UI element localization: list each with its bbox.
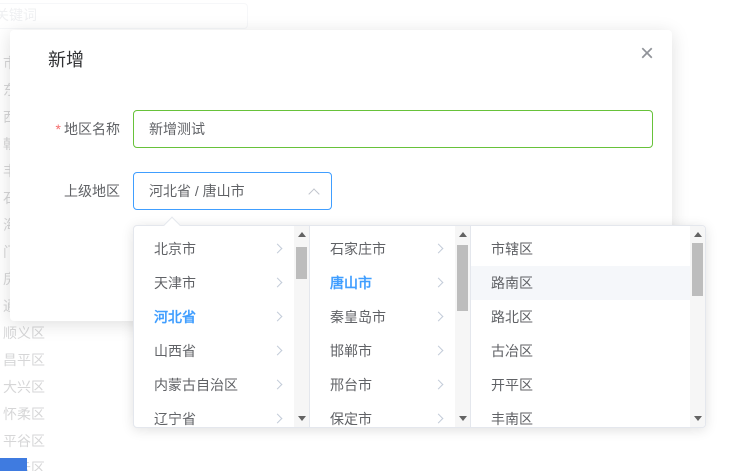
cascader-option-label: 丰南区 <box>491 411 533 427</box>
cascader-option-label: 邯郸市 <box>330 343 372 359</box>
cascader-dropdown: 北京市天津市河北省山西省内蒙古自治区辽宁省石家庄市唐山市秦皇岛市邯郸市邢台市保定… <box>133 225 706 428</box>
cascader-option-label: 邢台市 <box>330 377 372 393</box>
scrollbar-up-arrow-icon[interactable] <box>690 226 705 243</box>
cascader-option-label: 路南区 <box>491 275 533 291</box>
scrollbar-down-arrow-icon[interactable] <box>294 410 309 427</box>
scrollbar-thumb[interactable] <box>457 245 468 311</box>
background-blue-element <box>0 458 27 471</box>
cascader-option[interactable]: 邢台市 <box>310 368 455 402</box>
cascader-option-label: 辽宁省 <box>154 411 196 427</box>
region-name-input[interactable]: 新增测试 <box>133 110 653 148</box>
cascader-option[interactable]: 石家庄市 <box>310 232 455 266</box>
chevron-right-icon <box>273 244 283 254</box>
chevron-right-icon <box>273 346 283 356</box>
cascader-option[interactable]: 唐山市 <box>310 266 455 300</box>
close-icon[interactable]: × <box>640 42 654 66</box>
cascader-option[interactable]: 辽宁省 <box>134 402 294 427</box>
scrollbar-down-arrow-icon[interactable] <box>455 410 470 427</box>
dialog-title: 新增 <box>48 46 84 72</box>
cascader-option[interactable]: 路北区 <box>471 300 690 334</box>
scrollbar[interactable] <box>690 226 705 427</box>
cascader-option[interactable]: 丰南区 <box>471 402 690 427</box>
scrollbar-up-arrow-icon[interactable] <box>294 226 309 243</box>
chevron-right-icon <box>434 380 444 390</box>
cascader-option-label: 秦皇岛市 <box>330 309 386 325</box>
region-name-value: 新增测试 <box>149 121 205 137</box>
chevron-right-icon <box>434 244 444 254</box>
cascader-option-label: 保定市 <box>330 411 372 427</box>
required-asterisk: * <box>56 121 61 137</box>
chevron-right-icon <box>273 414 283 424</box>
cascader-column-province: 北京市天津市河北省山西省内蒙古自治区辽宁省 <box>134 226 310 427</box>
chevron-right-icon <box>434 414 444 424</box>
cascader-option-label: 唐山市 <box>330 275 372 291</box>
region-name-label: *地区名称 <box>10 110 120 148</box>
cascader-option[interactable]: 山西省 <box>134 334 294 368</box>
chevron-right-icon <box>273 278 283 288</box>
scrollbar[interactable] <box>455 226 470 427</box>
parent-region-value: 河北省 / 唐山市 <box>149 183 245 199</box>
cascader-column-city: 石家庄市唐山市秦皇岛市邯郸市邢台市保定市 <box>310 226 471 427</box>
cascader-option[interactable]: 开平区 <box>471 368 690 402</box>
scrollbar-down-arrow-icon[interactable] <box>690 410 705 427</box>
cascader-option[interactable]: 北京市 <box>134 232 294 266</box>
cascader-option-label: 石家庄市 <box>330 241 386 257</box>
cascader-column-district: 市辖区路南区路北区古冶区开平区丰南区 <box>471 226 705 427</box>
scrollbar[interactable] <box>294 226 309 427</box>
page: 关键词 市辖区东城区西城区朝阳区丰台区石景山区海淀区门头沟区房山区通州区顺义区昌… <box>0 0 748 471</box>
parent-region-label: 上级地区 <box>10 172 120 210</box>
cascader-option[interactable]: 邯郸市 <box>310 334 455 368</box>
cascader-option-label: 古冶区 <box>491 343 533 359</box>
scrollbar-thumb[interactable] <box>296 247 307 279</box>
cascader-option[interactable]: 保定市 <box>310 402 455 427</box>
chevron-right-icon <box>434 346 444 356</box>
cascader-option[interactable]: 河北省 <box>134 300 294 334</box>
chevron-right-icon <box>273 312 283 322</box>
cascader-option[interactable]: 古冶区 <box>471 334 690 368</box>
parent-region-cascader-input[interactable]: 河北省 / 唐山市 <box>133 172 332 210</box>
cascader-option-label: 河北省 <box>154 309 196 325</box>
cascader-option-label: 天津市 <box>154 275 196 291</box>
cascader-option-label: 市辖区 <box>491 241 533 257</box>
cascader-option-label: 路北区 <box>491 309 533 325</box>
chevron-right-icon <box>434 278 444 288</box>
scrollbar-thumb[interactable] <box>692 243 703 296</box>
cascader-option-label: 内蒙古自治区 <box>154 377 238 393</box>
cascader-option[interactable]: 秦皇岛市 <box>310 300 455 334</box>
cascader-option[interactable]: 路南区 <box>471 266 690 300</box>
cascader-option[interactable]: 天津市 <box>134 266 294 300</box>
cascader-option-label: 山西省 <box>154 343 196 359</box>
chevron-up-icon <box>308 188 319 199</box>
cascader-option-label: 北京市 <box>154 241 196 257</box>
scrollbar-up-arrow-icon[interactable] <box>455 226 470 243</box>
region-name-label-text: 地区名称 <box>64 121 120 137</box>
cascader-option[interactable]: 市辖区 <box>471 232 690 266</box>
cascader-option[interactable]: 内蒙古自治区 <box>134 368 294 402</box>
chevron-right-icon <box>273 380 283 390</box>
cascader-option-label: 开平区 <box>491 377 533 393</box>
chevron-right-icon <box>434 312 444 322</box>
